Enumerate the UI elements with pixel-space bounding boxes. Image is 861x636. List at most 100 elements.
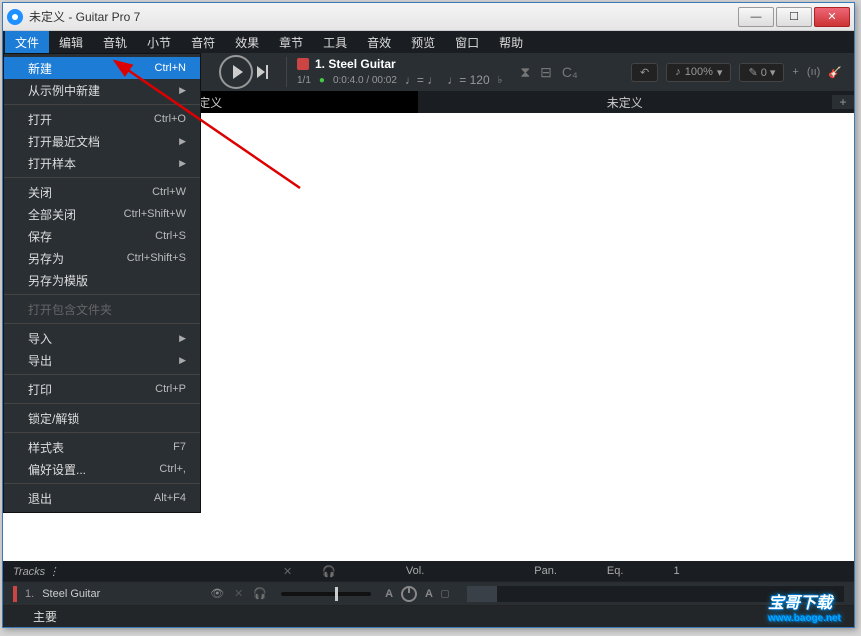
menu-item-退出[interactable]: 退出Alt+F4 [4, 487, 200, 509]
app-window: 未定义 - Guitar Pro 7 — ☐ ✕ 文件编辑音轨小节音符效果章节工… [2, 2, 855, 628]
next-button[interactable] [257, 65, 268, 79]
track-info: 1. Steel Guitar 1/1 ● 0:0:4.0 / 00:02 ♩=… [286, 57, 502, 87]
time-position: 0:0:4.0 / 00:02 [333, 75, 397, 86]
menu-item-全部关闭[interactable]: 全部关闭Ctrl+Shift+W [4, 203, 200, 225]
menu-编辑[interactable]: 编辑 [49, 31, 93, 53]
zoom-control[interactable]: ♪ 100% ▾ [666, 63, 731, 82]
menu-item-打开[interactable]: 打开Ctrl+O [4, 108, 200, 130]
track-timeline[interactable] [467, 586, 844, 602]
menu-音效[interactable]: 音效 [357, 31, 401, 53]
close-button[interactable]: ✕ [814, 7, 850, 27]
loop-button[interactable]: ↶ [631, 63, 658, 82]
menu-item-样式表[interactable]: 样式表F7 [4, 436, 200, 458]
mute-icon[interactable]: ✕ [283, 565, 292, 578]
track-icons: 👁 ✕ 🎧 [210, 587, 267, 600]
bar-position: 1/1 [297, 75, 311, 86]
tuner-icon[interactable]: (ıı) [807, 66, 820, 78]
minimize-button[interactable]: — [738, 7, 774, 27]
bar-num: 1 [673, 565, 679, 577]
menu-item-偏好设置...[interactable]: 偏好设置...Ctrl+, [4, 458, 200, 480]
menu-章节[interactable]: 章节 [269, 31, 313, 53]
mute-track-icon[interactable]: ✕ [234, 587, 243, 600]
pan-label: Pan. [534, 565, 557, 577]
menu-separator [4, 294, 200, 295]
menubar: 文件编辑音轨小节音符效果章节工具音效预览窗口帮助 [3, 31, 854, 53]
menu-item-关闭[interactable]: 关闭Ctrl+W [4, 181, 200, 203]
bottom-panel: Tracks ⋮ ✕ 🎧 Vol. Pan. Eq. 1 1. Steel Gu… [3, 561, 854, 627]
track-color-icon [297, 58, 309, 70]
menu-工具[interactable]: 工具 [313, 31, 357, 53]
menu-文件[interactable]: 文件 [5, 31, 49, 53]
vol-label: Vol. [406, 565, 424, 577]
track-row[interactable]: 1. Steel Guitar 👁 ✕ 🎧 A A [3, 581, 854, 605]
menu-帮助[interactable]: 帮助 [489, 31, 533, 53]
window-title: 未定义 - Guitar Pro 7 [29, 8, 140, 25]
menu-窗口[interactable]: 窗口 [445, 31, 489, 53]
menu-item-从示例中新建[interactable]: 从示例中新建▶ [4, 79, 200, 101]
track-number: 1. [25, 588, 34, 600]
menu-separator [4, 403, 200, 404]
play-button[interactable] [219, 55, 253, 89]
eq-led[interactable] [441, 590, 449, 598]
key-sig: ♭ [498, 75, 503, 86]
tuning-tool[interactable]: ✎ 0 ▾ [739, 63, 784, 82]
window-controls: — ☐ ✕ [738, 7, 850, 27]
menu-separator [4, 432, 200, 433]
menu-item-打印[interactable]: 打印Ctrl+P [4, 378, 200, 400]
menu-item-新建[interactable]: 新建Ctrl+N [4, 57, 200, 79]
eq-label: Eq. [607, 565, 624, 577]
tab-right[interactable]: 未定义 [418, 91, 833, 114]
chord-icon[interactable]: C₄ [562, 64, 578, 81]
time-sig: ♩= ♩ [405, 73, 439, 87]
next-icon [257, 66, 265, 78]
track-title: 1. Steel Guitar [315, 57, 396, 71]
menu-item-保存[interactable]: 保存Ctrl+S [4, 225, 200, 247]
play-icon [233, 65, 243, 79]
menu-separator [4, 483, 200, 484]
tracks-header: Tracks ⋮ ✕ 🎧 Vol. Pan. Eq. 1 [3, 561, 854, 581]
maximize-button[interactable]: ☐ [776, 7, 812, 27]
menu-小节[interactable]: 小节 [137, 31, 181, 53]
menu-separator [4, 323, 200, 324]
solo-icon[interactable]: 🎧 [253, 587, 267, 600]
menu-效果[interactable]: 效果 [225, 31, 269, 53]
right-toolbar: ↶ ♪ 100% ▾ ✎ 0 ▾ + (ıı) 🎸 [631, 63, 848, 82]
file-menu-dropdown: 新建Ctrl+N从示例中新建▶ 打开Ctrl+O打开最近文档▶打开样本▶ 关闭Ctr… [3, 53, 201, 513]
track-name: Steel Guitar [42, 588, 202, 600]
menu-item-另存为[interactable]: 另存为Ctrl+Shift+S [4, 247, 200, 269]
tracks-label: Tracks ⋮ [13, 565, 213, 578]
countdown-icon[interactable]: ⊟ [540, 64, 552, 81]
tempo: ♩= 120 [447, 73, 489, 87]
titlebar: 未定义 - Guitar Pro 7 — ☐ ✕ [3, 3, 854, 31]
automation-a1[interactable]: A [385, 588, 393, 600]
transport-controls [219, 55, 268, 89]
metronome-icon[interactable]: ⧗ [520, 64, 530, 81]
master-row[interactable]: 主要 [3, 605, 854, 627]
menu-separator [4, 374, 200, 375]
menu-音符[interactable]: 音符 [181, 31, 225, 53]
volume-slider[interactable] [281, 592, 371, 596]
submenu-arrow-icon: ▶ [179, 85, 186, 96]
rec-indicator: ● [319, 75, 325, 86]
menu-item-导入[interactable]: 导入▶ [4, 327, 200, 349]
automation-a2[interactable]: A [425, 588, 433, 600]
submenu-arrow-icon: ▶ [179, 136, 186, 147]
menu-separator [4, 104, 200, 105]
add-icon[interactable]: + [792, 66, 798, 78]
pan-knob[interactable] [401, 586, 417, 602]
menu-音轨[interactable]: 音轨 [93, 31, 137, 53]
menu-separator [4, 177, 200, 178]
track-color [13, 586, 17, 602]
visible-icon[interactable]: 👁 [210, 587, 224, 600]
menu-item-另存为模版[interactable]: 另存为模版 [4, 269, 200, 291]
app-icon [7, 9, 23, 25]
menu-预览[interactable]: 预览 [401, 31, 445, 53]
submenu-arrow-icon: ▶ [179, 158, 186, 169]
headphone-icon[interactable]: 🎧 [322, 565, 336, 578]
menu-item-打开最近文档[interactable]: 打开最近文档▶ [4, 130, 200, 152]
fretboard-icon[interactable]: 🎸 [828, 66, 842, 79]
menu-item-打开样本[interactable]: 打开样本▶ [4, 152, 200, 174]
menu-item-锁定/解锁[interactable]: 锁定/解锁 [4, 407, 200, 429]
add-tab-button[interactable]: + [832, 95, 854, 109]
menu-item-导出[interactable]: 导出▶ [4, 349, 200, 371]
